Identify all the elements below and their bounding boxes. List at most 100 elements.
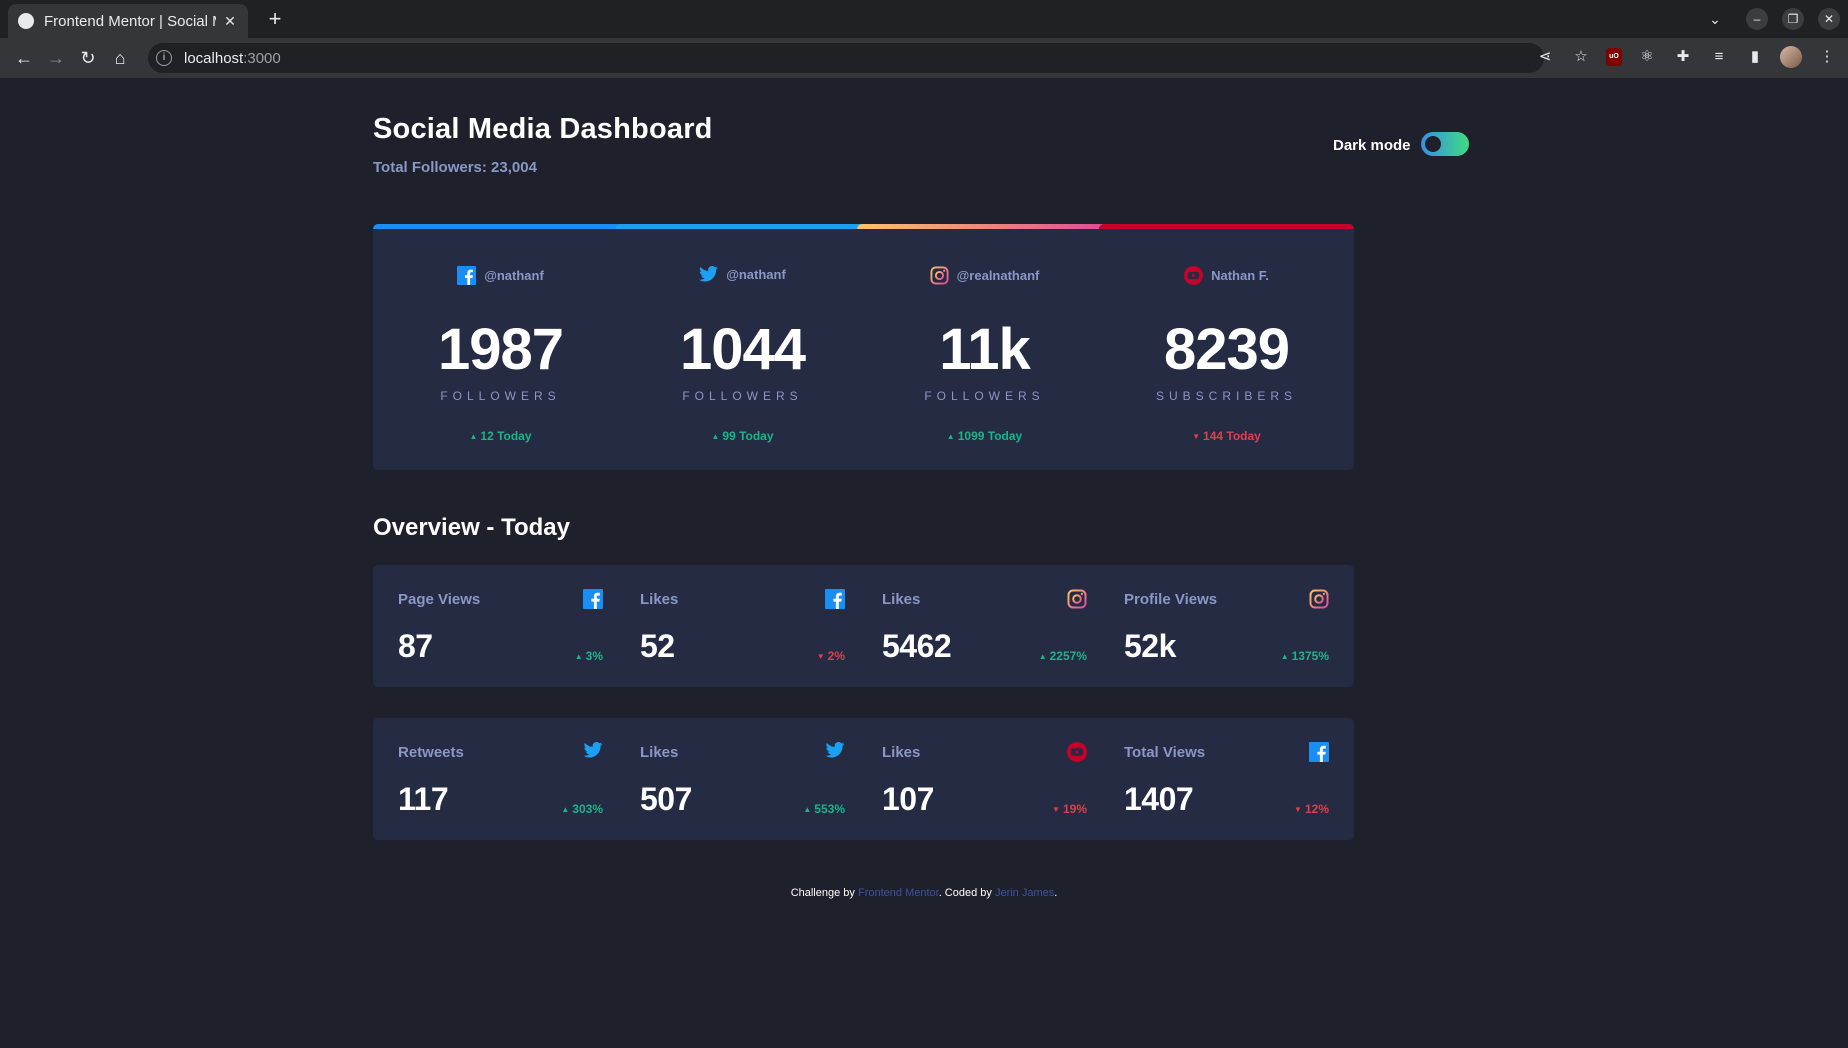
overview-card-instagram-profile-views[interactable]: Profile Views 52k ▲ 1375%	[1099, 565, 1354, 687]
arrow-up-icon: ▲	[1038, 652, 1047, 661]
overview-card-facebook-page-views[interactable]: Page Views 87 ▲ 3%	[373, 565, 628, 687]
overview-change: ▲ 1375%	[1281, 649, 1329, 663]
favicon-icon	[18, 13, 34, 29]
address-bar[interactable]: i localhost:3000	[148, 43, 1544, 73]
reload-icon[interactable]: ↻	[76, 46, 100, 70]
overview-card-facebook-total-views[interactable]: Total Views 1407 ▼ 12%	[1099, 718, 1354, 840]
follower-count: 1044	[679, 317, 806, 382]
handle: Nathan F.	[1211, 268, 1269, 283]
frontend-mentor-link[interactable]: Frontend Mentor	[858, 887, 939, 899]
follower-card-twitter[interactable]: @nathanf 1044 FOLLOWERS ▲ 99 Today	[615, 224, 870, 470]
daily-change: ▼ 144 Today	[1099, 429, 1354, 443]
follower-count: 11k	[939, 317, 1031, 382]
youtube-icon	[1067, 742, 1087, 767]
arrow-down-icon: ▼	[816, 652, 825, 661]
arrow-up-icon: ▲	[711, 432, 720, 441]
browser-tab[interactable]: Frontend Mentor | Social Media Dashboard…	[8, 4, 248, 38]
daily-change-value: 12 Today	[480, 429, 532, 443]
overview-change: ▲ 2257%	[1039, 649, 1087, 663]
arrow-up-icon: ▲	[574, 652, 583, 661]
extensions-puzzle-icon[interactable]: ✚	[1672, 46, 1694, 68]
minimize-icon[interactable]: –	[1746, 8, 1768, 30]
overview-card-youtube-likes[interactable]: Likes 107 ▼ 19%	[857, 718, 1112, 840]
media-control-icon[interactable]: ≡	[1708, 46, 1730, 68]
handle-row: Nathan F.	[1099, 266, 1354, 285]
overview-change: ▲ 3%	[575, 649, 603, 663]
handle-row: @nathanf	[373, 266, 628, 285]
follower-card-instagram[interactable]: @realnathanf 11k FOLLOWERS ▲ 1099 Today	[857, 224, 1112, 470]
daily-change-value: 144 Today	[1203, 429, 1261, 443]
profile-avatar[interactable]	[1780, 46, 1802, 68]
daily-change-value: 99 Today	[722, 429, 774, 443]
bookmark-star-icon[interactable]: ☆	[1570, 46, 1592, 68]
overview-change: ▼ 2%	[817, 649, 845, 663]
overview-card-twitter-likes[interactable]: Likes 507 ▲ 553%	[615, 718, 870, 840]
overview-label: Likes	[882, 591, 921, 608]
react-devtools-icon[interactable]: ⚛	[1636, 46, 1658, 68]
twitter-icon	[825, 742, 845, 763]
daily-change-value: 1099 Today	[957, 429, 1023, 443]
arrow-down-icon: ▼	[1294, 805, 1302, 814]
follower-count: 1987	[437, 317, 564, 382]
overview-change: ▼ 19%	[1052, 802, 1087, 816]
url-port: :3000	[243, 49, 281, 67]
restore-icon[interactable]: ❐	[1782, 8, 1804, 30]
home-icon[interactable]: ⌂	[108, 46, 132, 70]
overview-value: 117	[398, 781, 449, 817]
overview-title: Overview - Today	[373, 514, 570, 541]
new-tab-button[interactable]: +	[262, 6, 288, 32]
page: Social Media Dashboard Total Followers: …	[0, 78, 1848, 1048]
follower-card-facebook[interactable]: @nathanf 1987 FOLLOWERS ▲ 12 Today	[373, 224, 628, 470]
overview-change-value: 12%	[1304, 802, 1329, 816]
browser-tab-strip: Frontend Mentor | Social Media Dashboard…	[0, 0, 1848, 38]
arrow-up-icon: ▲	[1280, 652, 1289, 661]
dark-mode-toggle[interactable]	[1421, 132, 1469, 156]
tab-title: Frontend Mentor | Social Media Dashboard	[44, 12, 216, 30]
overview-card-facebook-likes[interactable]: Likes 52 ▼ 2%	[615, 565, 870, 687]
tab-search-icon[interactable]: ⌄	[1704, 11, 1726, 28]
overview-change-value: 2%	[827, 649, 845, 663]
overview-value: 52	[640, 628, 675, 664]
card-accent-bar	[373, 224, 628, 229]
follower-label: FOLLOWERS	[682, 389, 803, 403]
attribution: Challenge by Frontend Mentor. Coded by J…	[0, 887, 1848, 899]
arrow-up-icon: ▲	[946, 432, 955, 441]
overview-card-twitter-retweets[interactable]: Retweets 117 ▲ 303%	[373, 718, 628, 840]
overview-change-value: 303%	[572, 802, 603, 816]
daily-change: ▲ 99 Today	[615, 429, 870, 443]
arrow-down-icon: ▼	[1052, 805, 1060, 814]
facebook-icon	[1309, 742, 1329, 767]
dark-mode-label: Dark mode	[1333, 137, 1411, 154]
back-icon[interactable]: ←	[12, 46, 36, 70]
side-panel-icon[interactable]: ▮	[1744, 46, 1766, 68]
overview-label: Total Views	[1124, 744, 1206, 761]
overview-label: Likes	[882, 744, 921, 761]
overview-change-value: 19%	[1062, 802, 1087, 816]
follower-card-youtube[interactable]: Nathan F. 8239 SUBSCRIBERS ▼ 144 Today	[1099, 224, 1354, 470]
total-followers: Total Followers: 23,004	[373, 159, 537, 176]
overview-change-value: 3%	[585, 649, 603, 663]
followers-row: @nathanf 1987 FOLLOWERS ▲ 12 Today @natha…	[373, 224, 1483, 470]
overview-change: ▲ 553%	[803, 802, 845, 816]
author-link[interactable]: Jerin James	[995, 887, 1054, 899]
share-icon[interactable]: ⋖	[1534, 46, 1556, 68]
ublock-extension-icon[interactable]: uO	[1606, 48, 1622, 66]
overview-card-instagram-likes[interactable]: Likes 5462 ▲ 2257%	[857, 565, 1112, 687]
close-tab-icon[interactable]: ✕	[222, 13, 238, 30]
attribution-suffix: .	[1054, 887, 1058, 899]
overview-change: ▲ 303%	[561, 802, 603, 816]
url-host: localhost	[184, 49, 244, 67]
arrow-down-icon: ▼	[1192, 432, 1201, 441]
handle: @nathanf	[484, 268, 544, 283]
follower-label: SUBSCRIBERS	[1155, 389, 1298, 403]
follower-count: 8239	[1163, 317, 1290, 382]
close-window-icon[interactable]: ✕	[1818, 8, 1840, 30]
page-title: Social Media Dashboard	[373, 113, 713, 145]
browser-menu-icon[interactable]: ⋮	[1816, 46, 1838, 68]
forward-icon[interactable]: →	[44, 46, 68, 70]
overview-value: 1407	[1124, 781, 1194, 817]
arrow-up-icon: ▲	[561, 805, 570, 814]
overview-value: 87	[398, 628, 433, 664]
overview-label: Likes	[640, 591, 679, 608]
site-info-icon[interactable]: i	[156, 50, 172, 66]
